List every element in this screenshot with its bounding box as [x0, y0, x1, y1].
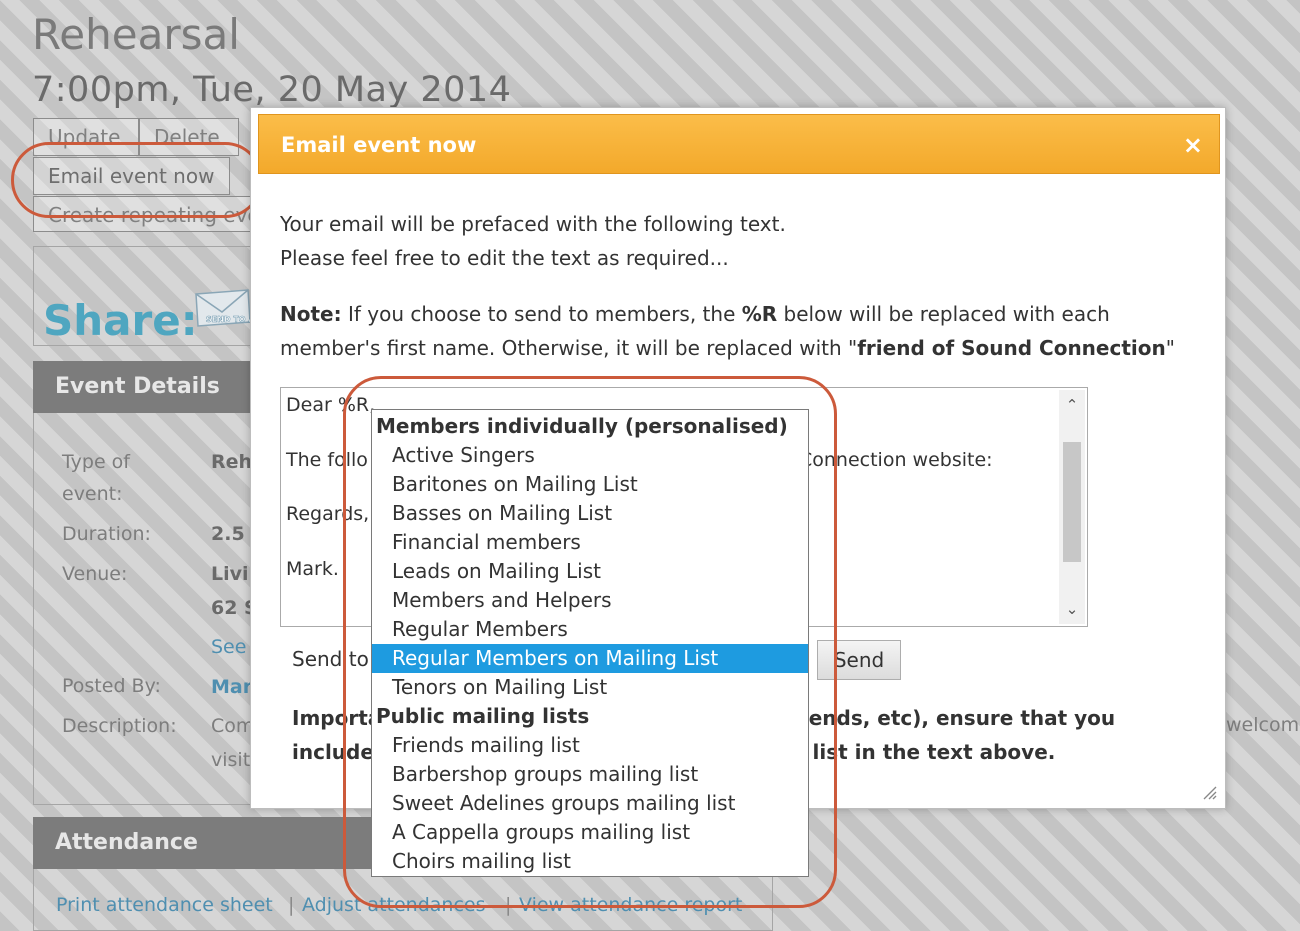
see-map-link[interactable]: See [211, 636, 246, 658]
email-event-now-button[interactable]: Email event now [33, 157, 230, 195]
option-members-and-helpers[interactable]: Members and Helpers [372, 586, 808, 615]
send-to-friend-text: SEND TO A FRIEND [206, 315, 252, 324]
send-to-dropdown-list[interactable]: Members individually (personalised) Acti… [371, 409, 809, 877]
textarea-line-dear: Dear %R, [286, 394, 376, 416]
print-attendance-sheet-link[interactable]: Print attendance sheet [56, 894, 273, 916]
important-text-fragment: include [292, 740, 374, 764]
option-regular-members-on-mailing-list[interactable]: Regular Members on Mailing List [372, 644, 808, 673]
option-sweet-adelines-groups-mailing-list[interactable]: Sweet Adelines groups mailing list [372, 789, 808, 818]
option-tenors-on-mailing-list[interactable]: Tenors on Mailing List [372, 673, 808, 702]
attendance-link-separator: | [288, 894, 295, 916]
modal-header: Email event now × [258, 114, 1220, 174]
textarea-scrollbar[interactable]: ⌃ ⌄ [1059, 390, 1085, 624]
create-repeating-events-button[interactable]: Create repeating events [33, 196, 258, 232]
optgroup-public-mailing-lists: Public mailing lists [376, 704, 590, 728]
option-barbershop-groups-mailing-list[interactable]: Barbershop groups mailing list [372, 760, 808, 789]
textarea-line-following-start: The follo [286, 449, 368, 471]
venue-label: Venue: [62, 563, 128, 585]
option-basses-on-mailing-list[interactable]: Basses on Mailing List [372, 499, 808, 528]
description-label: Description: [62, 715, 177, 737]
view-attendance-report-link[interactable]: View attendance report [519, 894, 742, 916]
option-leads-on-mailing-list[interactable]: Leads on Mailing List [372, 557, 808, 586]
option-financial-members[interactable]: Financial members [372, 528, 808, 557]
textarea-line-regards: Regards, [286, 503, 370, 525]
resize-grip-icon[interactable] [1201, 784, 1217, 800]
send-to-label: Send to [292, 647, 369, 671]
share-label: Share: [43, 296, 198, 345]
intro-text-line-2: Please feel free to edit the text as req… [280, 246, 729, 270]
scrollbar-thumb[interactable] [1063, 442, 1081, 562]
option-friends-mailing-list[interactable]: Friends mailing list [372, 731, 808, 760]
modal-title: Email event now [281, 133, 477, 157]
scroll-down-icon[interactable]: ⌄ [1063, 600, 1081, 618]
description-welcome-fragment: welcom [1226, 714, 1300, 736]
note-text-part: below will be replaced with each [777, 302, 1110, 326]
textarea-line-following-end: Connection website: [799, 449, 993, 471]
scroll-up-icon[interactable]: ⌃ [1063, 396, 1081, 414]
update-button[interactable]: Update [33, 118, 139, 156]
attendance-link-separator: | [505, 894, 512, 916]
option-regular-members[interactable]: Regular Members [372, 615, 808, 644]
option-choirs-mailing-list[interactable]: Choirs mailing list [372, 847, 808, 876]
note-text-part: member's first name. Otherwise, it will … [280, 336, 858, 360]
delete-button[interactable]: Delete [139, 118, 239, 156]
note-friend-text: friend of Sound Connection [857, 336, 1166, 360]
note-label: Note: [280, 302, 342, 326]
event-title: Rehearsal [32, 10, 240, 59]
note-text-part: If you choose to send to members, the [341, 302, 742, 326]
option-active-singers[interactable]: Active Singers [372, 441, 808, 470]
option-a-cappella-groups-mailing-list[interactable]: A Cappella groups mailing list [372, 818, 808, 847]
event-datetime: 7:00pm, Tue, 20 May 2014 [32, 70, 512, 110]
close-icon[interactable]: × [1183, 115, 1203, 175]
posted-by-label: Posted By: [62, 675, 161, 697]
send-to-friend-icon[interactable]: SEND TO A FRIEND [192, 286, 252, 334]
type-of-event-label: Type of event: [62, 451, 130, 505]
note-text-line-1: Note: If you choose to send to members, … [280, 297, 1110, 331]
important-text-fragment: e list in the text above. [792, 740, 1056, 764]
note-text-part: " [1165, 336, 1175, 360]
important-text-fragment: riends, etc), ensure that you [792, 706, 1116, 730]
option-baritones-on-mailing-list[interactable]: Baritones on Mailing List [372, 470, 808, 499]
note-code: %R [741, 302, 778, 326]
event-details-header: Event Details [33, 361, 255, 413]
intro-text-line-1: Your email will be prefaced with the fol… [280, 212, 786, 236]
duration-label: Duration: [62, 523, 151, 545]
optgroup-members-individually: Members individually (personalised) [376, 414, 788, 438]
adjust-attendances-link[interactable]: Adjust attendances [302, 894, 486, 916]
send-button[interactable]: Send [817, 640, 901, 680]
important-text-fragment: Importa [292, 706, 382, 730]
note-text-line-2: member's first name. Otherwise, it will … [280, 331, 1175, 365]
textarea-line-name: Mark. [286, 558, 339, 580]
description-value-line-2: visit [211, 749, 251, 771]
